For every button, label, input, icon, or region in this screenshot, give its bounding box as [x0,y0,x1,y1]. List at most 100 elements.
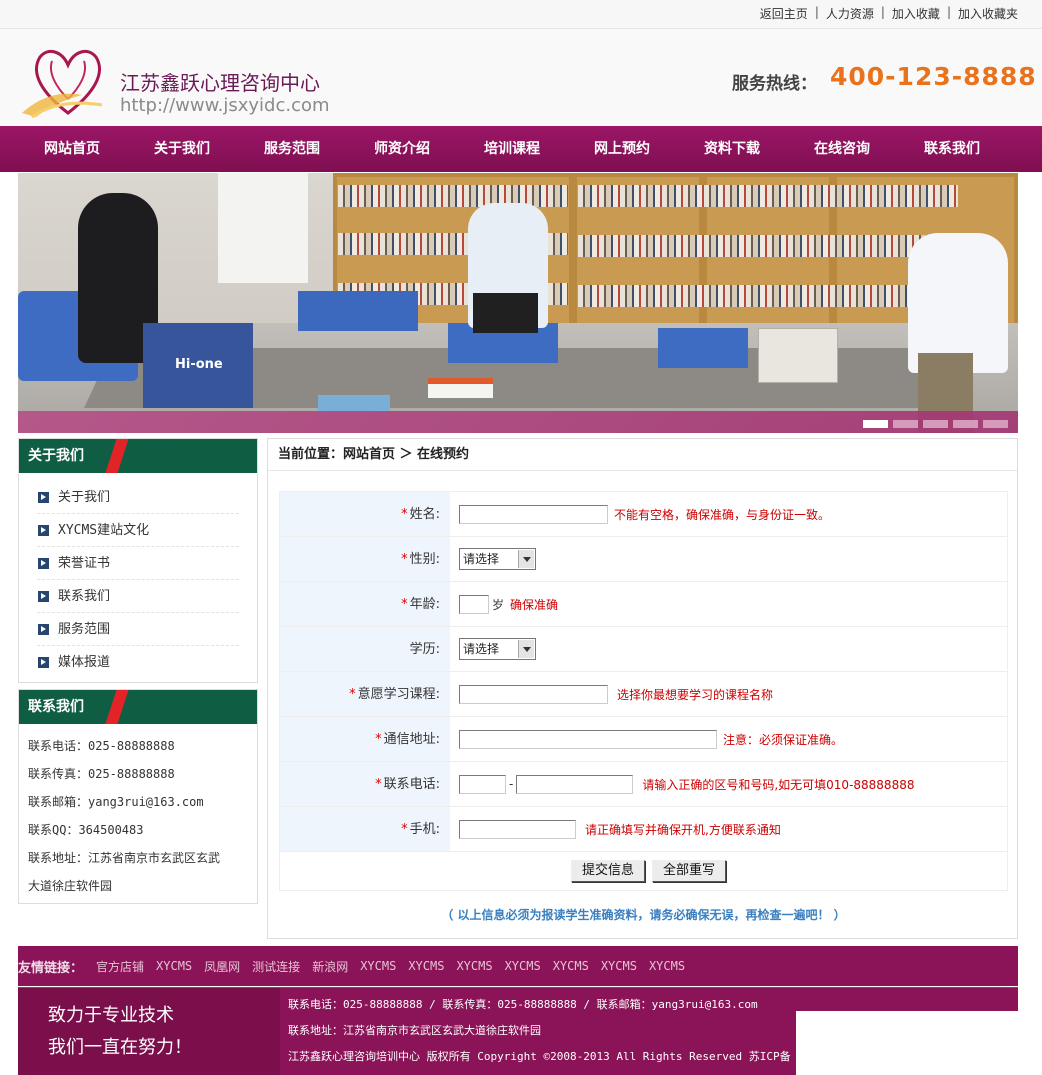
submit-button[interactable]: 提交信息 [570,860,645,882]
friend-link[interactable]: 新浪网 [312,958,348,975]
form-row-gender: * 性别: 请选择 [280,537,1007,582]
sidebar-about-list: 关于我们 XYCMS建站文化 荣誉证书 联系我们 服务范围 媒体报道 [19,473,257,679]
friend-link[interactable]: 测试连接 [252,958,300,975]
footer-contact-line: 联系电话：025-88888888 / 联系传真：025-88888888 / … [288,998,758,1011]
nav-item-teachers[interactable]: 师资介绍 [347,126,457,172]
friend-link[interactable]: XYCMS [456,959,492,973]
separator: | [880,5,885,19]
contact-address-cont: 大道徐庄软件园 [28,879,113,893]
sidebar-item[interactable]: 联系我们 [37,580,239,613]
friend-link[interactable]: XYCMS [553,959,589,973]
chevron-down-icon[interactable] [518,550,534,568]
education-select[interactable]: 请选择 [459,638,536,660]
footer-slogan: 致力于专业技术 我们一直在努力！ [18,988,280,1075]
education-label: 学历: [409,642,440,657]
slide-dot[interactable] [983,420,1008,428]
friend-link[interactable]: XYCMS [505,959,541,973]
slide-dot[interactable] [923,420,948,428]
friend-link[interactable]: XYCMS [156,959,192,973]
sidebar-about-title: 关于我们 [19,439,257,473]
age-unit: 岁 [492,597,505,612]
footer-copyright: 江苏鑫跃心理咨询培训中心 版权所有 Copyright ©2008-2013 A… [288,1050,791,1063]
course-input[interactable] [459,684,608,704]
phone-label: 联系电话: [383,777,440,792]
age-input[interactable] [459,594,489,614]
nav-item-booking[interactable]: 网上预约 [567,126,677,172]
nav-item-consult[interactable]: 在线咨询 [787,126,897,172]
sidebar-item[interactable]: XYCMS建站文化 [37,514,239,547]
reset-button[interactable]: 全部重写 [652,860,727,882]
friend-links-bar: 友情链接： 官方店铺 XYCMS 凤凰网 测试连接 新浪网 XYCMS XYCM… [18,946,1018,986]
nav-item-downloads[interactable]: 资料下载 [677,126,787,172]
sidebar-item[interactable]: 服务范围 [37,613,239,646]
mobile-hint: 请正确填写并确保开机,方便联系通知 [585,822,781,837]
form-row-address: * 通信地址: 注意：必须保证准确。 [280,717,1007,762]
sidebar-about: 关于我们 关于我们 XYCMS建站文化 荣誉证书 联系我们 服务范围 媒体报道 [18,438,258,683]
sidebar-item[interactable]: 关于我们 [37,481,239,514]
footer-address-line: 联系地址：江苏省南京市玄武区玄武大道徐庄软件园 [288,1024,541,1037]
arrow-icon [38,591,49,602]
separator: | [946,5,951,19]
slide-dot[interactable] [953,420,978,428]
form-row-mobile: * 手机: 请正确填写并确保开机,方便联系通知 [280,807,1007,852]
site-title: 江苏鑫跃心理咨询中心 [120,71,320,95]
contact-info: 联系电话：025-88888888 联系传真：025-88888888 联系邮箱… [19,724,257,900]
arrow-icon [38,657,49,668]
main-content: 当前位置：网站首页 ＞ 在线预约 * 姓名: 不能有空格，确保准确，与身份证一致。… [267,438,1018,939]
hotline-number: 400-123-8888 [830,62,1037,91]
site-url: http://www.jsxyidc.com [120,95,330,116]
required-mark: * [349,687,356,702]
gender-select[interactable]: 请选择 [459,548,536,570]
sidebar-contact-title: 联系我们 [19,690,257,724]
nav-item-courses[interactable]: 培训课程 [457,126,567,172]
gender-label: 性别: [409,552,440,567]
slide-dot[interactable] [893,420,918,428]
bookmark-link[interactable]: 加入收藏 [892,5,940,22]
nav-item-services[interactable]: 服务范围 [237,126,347,172]
friend-link[interactable]: XYCMS [360,959,396,973]
banner-slideshow[interactable]: Hi-one [18,173,1018,433]
friend-link[interactable]: 凤凰网 [204,958,240,975]
form-notice: （ 以上信息必须为报读学生准确资料，请务必确保无误，再检查一遍吧！ ） [441,908,846,922]
friend-link[interactable]: XYCMS [649,959,685,973]
slide-indicators [863,420,1008,428]
site-header: 江苏鑫跃心理咨询中心 http://www.jsxyidc.com 服务热线： … [0,28,1042,126]
friend-link[interactable]: XYCMS [601,959,637,973]
main-nav: 网站首页 关于我们 服务范围 师资介绍 培训课程 网上预约 资料下载 在线咨询 … [0,126,1042,172]
nav-item-about[interactable]: 关于我们 [127,126,237,172]
sidebar-item[interactable]: 荣誉证书 [37,547,239,580]
form-row-phone: * 联系电话: - 请输入正确的区号和号码,如无可填010-88888888 [280,762,1007,807]
required-mark: * [375,777,382,792]
form-row-name: * 姓名: 不能有空格，确保准确，与身份证一致。 [280,492,1007,537]
address-input[interactable] [459,729,717,749]
friend-link[interactable]: 官方店铺 [96,958,144,975]
logo-icon[interactable] [22,43,114,119]
contact-address: 联系地址：江苏省南京市玄武区玄武 [28,851,221,865]
chevron-down-icon[interactable] [518,640,534,658]
required-mark: * [401,552,408,567]
sidebar-item[interactable]: 媒体报道 [37,646,239,679]
friend-link[interactable]: XYCMS [408,959,444,973]
slide-dot[interactable] [863,420,888,428]
phone-hint: 请输入正确的区号和号码,如无可填010-88888888 [642,777,915,792]
age-label: 年龄: [409,597,440,612]
hr-link[interactable]: 人力资源 [826,5,874,22]
mobile-input[interactable] [459,819,576,839]
booking-form: * 姓名: 不能有空格，确保准确，与身份证一致。 * 性别: 请选择 * 年龄: 岁 … [279,491,1008,891]
bookmark-folder-link[interactable]: 加入收藏夹 [958,5,1018,22]
nav-item-home[interactable]: 网站首页 [17,126,127,172]
required-mark: * [401,597,408,612]
name-hint: 不能有空格，确保准确，与身份证一致。 [614,507,831,522]
name-input[interactable] [459,504,608,524]
contact-qq: 联系QQ：364500483 [28,823,144,837]
hotline-label: 服务热线： [732,74,817,94]
nav-item-contact[interactable]: 联系我们 [897,126,1007,172]
area-code-input[interactable] [459,774,506,794]
course-label: 意愿学习课程: [357,687,440,702]
home-link[interactable]: 返回主页 [760,5,808,22]
breadcrumb: 当前位置：网站首页 ＞ 在线预约 [268,439,1017,471]
form-row-education: 学历: 请选择 [280,627,1007,672]
friend-links-label: 友情链接： [18,960,84,976]
phone-input[interactable] [516,774,634,794]
address-hint: 注意：必须保证准确。 [723,732,844,747]
